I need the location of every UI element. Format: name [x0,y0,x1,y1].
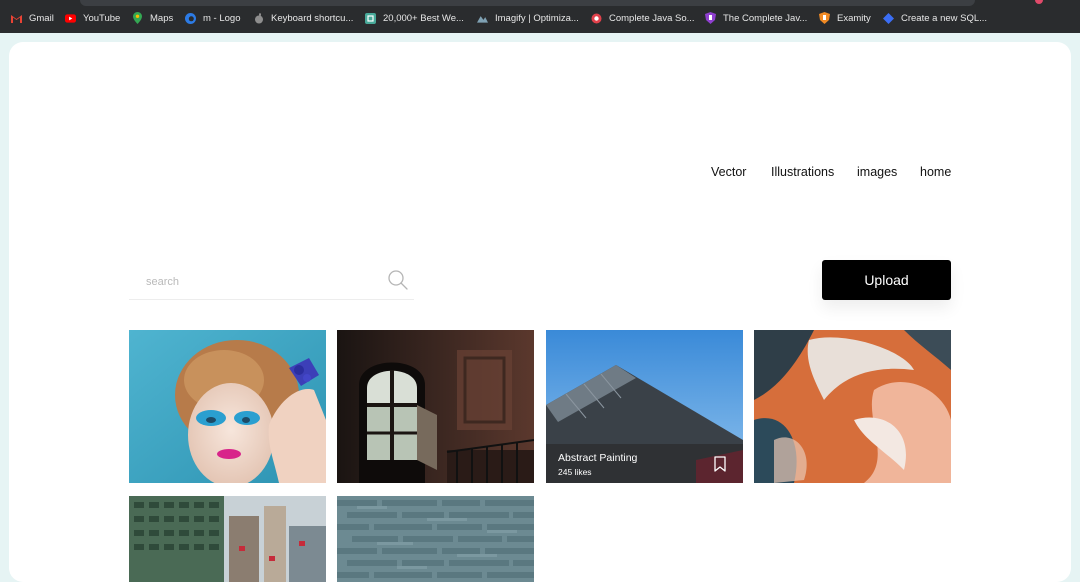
youtube-icon [65,13,76,24]
maps-pin-icon [132,12,143,24]
purple-shield-icon [705,12,716,24]
gallery-image-woman-makeup[interactable] [129,330,326,483]
red-circle-icon [591,13,602,24]
gmail-icon [11,13,22,24]
imagify-icon [477,13,488,24]
nav-link-illustrations[interactable]: Illustrations [771,165,834,179]
apple-icon [253,12,264,24]
edge-logo-icon [185,12,196,24]
recording-indicator [1035,0,1043,4]
image-title: Abstract Painting [558,452,638,464]
bookmarks-bar: Gmail YouTube Maps m - Logo Keyboard sho… [0,0,1080,33]
gallery-image-city-buildings[interactable] [129,496,326,582]
gallery-image-abstract-aerial[interactable] [754,330,951,483]
search-input[interactable] [146,272,376,292]
search-icon[interactable] [387,269,409,291]
bookmark-best-we[interactable]: 20,000+ Best We... [365,10,464,26]
bookmark-youtube[interactable]: YouTube [65,10,120,26]
image-likes: 245 likes [558,467,592,477]
bookmark-m-logo[interactable]: m - Logo [185,10,241,26]
bookmark-complete-jav[interactable]: The Complete Jav... [705,10,807,26]
blue-diamond-icon [883,12,894,24]
nav-link-vector[interactable]: Vector [711,165,746,179]
green-square-icon [365,12,376,24]
page-card: Vector Illustrations images home Upload [9,42,1071,582]
search-bar [129,264,414,300]
gallery-image-abstract-painting[interactable]: Abstract Painting 245 likes [546,330,743,483]
nav-link-images[interactable]: images [857,165,897,179]
image-caption-overlay: Abstract Painting 245 likes [546,444,743,483]
bookmark-complete-java-so[interactable]: Complete Java So... [591,10,695,26]
bookmark-examity[interactable]: Examity [819,10,871,26]
bookmark-keyboard-shortcuts[interactable]: Keyboard shortcu... [253,10,353,26]
bookmark-imagify[interactable]: Imagify | Optimiza... [477,10,579,26]
orange-shield-icon [819,12,830,24]
bookmark-icon[interactable] [714,456,726,472]
gallery-image-stone-wall[interactable] [337,496,534,582]
bookmark-gmail[interactable]: Gmail [11,10,54,26]
nav-link-home[interactable]: home [920,165,951,179]
bookmark-maps[interactable]: Maps [132,10,173,26]
bookmark-create-sql[interactable]: Create a new SQL... [883,10,987,26]
address-bar-edge [80,0,975,6]
upload-button[interactable]: Upload [822,260,951,300]
gallery-image-dark-room[interactable] [337,330,534,483]
